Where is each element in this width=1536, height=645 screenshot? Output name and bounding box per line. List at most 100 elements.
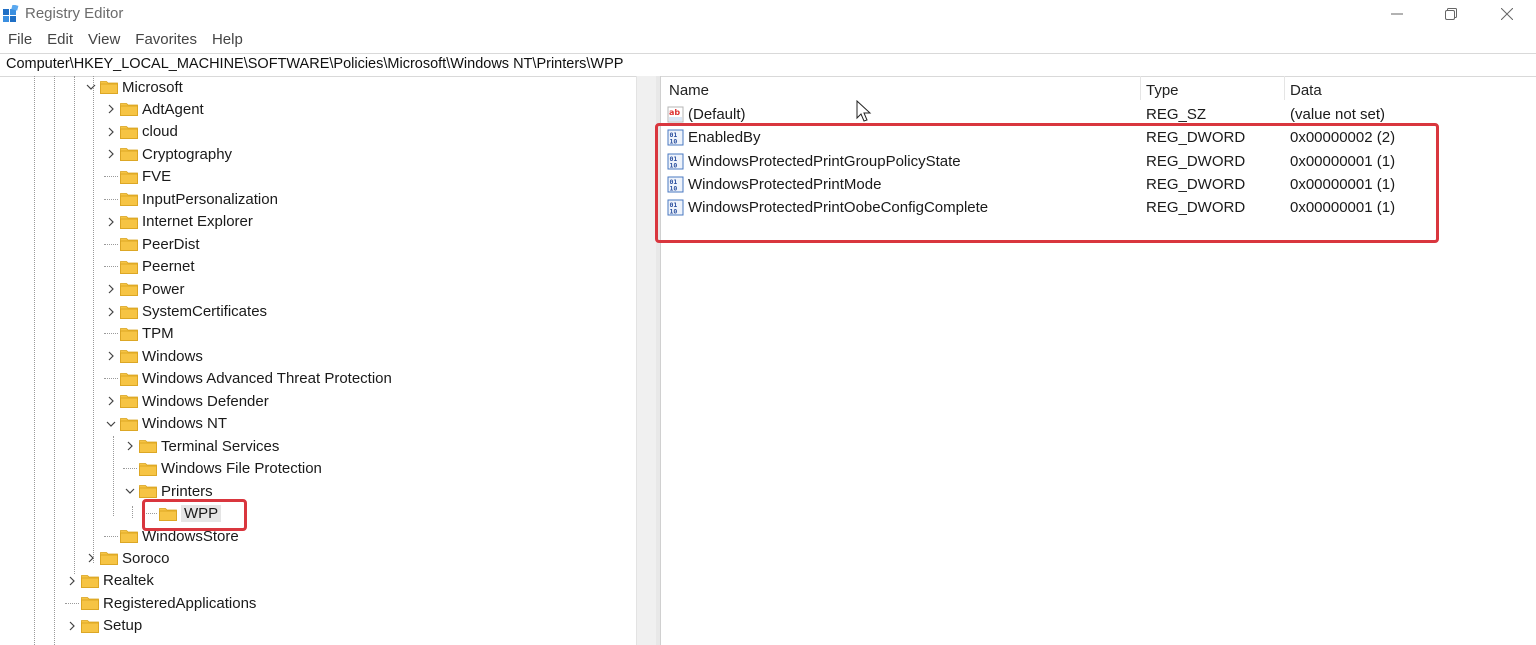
tree-item-systemcertificates[interactable]: SystemCertificates (104, 301, 267, 323)
tree-scrollbar[interactable] (636, 76, 657, 645)
value-type: REG_SZ (1146, 106, 1207, 123)
tree-item-windows[interactable]: Windows (104, 345, 203, 367)
folder-icon (139, 439, 157, 454)
chevron-down-icon[interactable] (84, 80, 98, 94)
values-highlight-box (655, 123, 1439, 243)
address-path[interactable]: Computer\HKEY_LOCAL_MACHINE\SOFTWARE\Pol… (6, 56, 623, 72)
tree-item-peerdist[interactable]: PeerDist (104, 233, 200, 255)
chevron-right-icon[interactable] (123, 439, 137, 453)
tree-connector (123, 468, 137, 470)
chevron-right-icon[interactable] (104, 305, 118, 319)
column-separator[interactable] (1284, 76, 1285, 100)
tree-item-peernet[interactable]: Peernet (104, 256, 195, 278)
column-header-name[interactable]: Name (669, 82, 709, 99)
key-tree[interactable]: Microsoft AdtAgent cloud Cryptography FVE Inp… (0, 76, 636, 645)
chevron-right-icon[interactable] (104, 102, 118, 116)
tree-item-label: Cryptography (142, 145, 233, 163)
tree-connector (104, 243, 118, 245)
tree-item-label: Internet Explorer (142, 213, 253, 231)
chevron-right-icon[interactable] (104, 282, 118, 296)
chevron-right-icon[interactable] (65, 619, 79, 633)
tree-item-label: Peernet (142, 258, 195, 276)
tree-item-windows-file-protection[interactable]: Windows File Protection (123, 458, 322, 480)
tree-guide-line (132, 506, 133, 518)
tree-guide-line (74, 76, 75, 574)
tree-item-cryptography[interactable]: Cryptography (104, 143, 232, 165)
menu-bar: File Edit View Favorites Help (0, 30, 250, 50)
tree-item-label: SystemCertificates (142, 303, 268, 320)
folder-icon (120, 529, 138, 543)
folder-icon (120, 170, 138, 184)
close-button[interactable] (1482, 0, 1532, 28)
folder-icon (81, 574, 99, 588)
tree-item-label: Terminal Services (161, 437, 280, 455)
folder-icon (120, 215, 138, 229)
tree-item-internet-explorer[interactable]: Internet Explorer (104, 211, 253, 233)
folder-icon (120, 192, 138, 207)
menu-file[interactable]: File (0, 30, 39, 50)
folder-icon (120, 237, 138, 252)
folder-icon (120, 417, 138, 431)
folder-icon (120, 102, 138, 117)
folder-icon (100, 551, 118, 566)
folder-icon (120, 282, 138, 296)
tree-item-label: Soroco (122, 549, 170, 567)
menu-help[interactable]: Help (204, 30, 250, 50)
menu-favorites[interactable]: Favorites (127, 30, 204, 50)
tree-item-setup[interactable]: Setup (65, 615, 142, 637)
menu-view[interactable]: View (80, 30, 127, 50)
chevron-right-icon[interactable] (104, 125, 118, 139)
folder-icon (120, 372, 138, 386)
minimize-button[interactable] (1372, 0, 1422, 28)
menu-edit[interactable]: Edit (39, 30, 80, 50)
tree-item-label: Setup (103, 617, 143, 635)
tree-item-soroco[interactable]: Soroco (84, 547, 170, 569)
tree-item-realtek[interactable]: Realtek (65, 570, 154, 592)
tree-item-cloud[interactable]: cloud (104, 121, 178, 143)
tree-connector (104, 266, 118, 268)
chevron-right-icon[interactable] (65, 574, 79, 588)
tree-item-label: RegisteredApplications (103, 594, 257, 612)
tree-item-windows-defender[interactable]: Windows Defender (104, 390, 269, 412)
tree-item-label: Windows NT (142, 415, 228, 433)
value-data: (value not set) (1290, 106, 1386, 123)
chevron-right-icon[interactable] (104, 215, 118, 229)
column-header-data[interactable]: Data (1290, 82, 1322, 99)
folder-icon (120, 305, 138, 319)
folder-icon (81, 596, 99, 611)
tree-item-fve[interactable]: FVE (104, 166, 171, 188)
mouse-cursor-icon (856, 100, 872, 122)
folder-icon (100, 80, 118, 94)
tree-item-microsoft[interactable]: Microsoft (84, 76, 183, 98)
tree-item-tpm[interactable]: TPM (104, 323, 174, 345)
tree-item-label: Microsoft (122, 78, 183, 96)
chevron-right-icon[interactable] (104, 147, 118, 161)
tree-item-adtagent[interactable]: AdtAgent (104, 98, 204, 120)
folder-icon (120, 147, 138, 162)
tree-item-windows-advanced-threat-protection[interactable]: Windows Advanced Threat Protection (104, 368, 392, 390)
address-bar[interactable]: Computer\HKEY_LOCAL_MACHINE\SOFTWARE\Pol… (0, 53, 1536, 77)
tree-item-power[interactable]: Power (104, 278, 185, 300)
minimize-icon (1391, 13, 1403, 15)
chevron-down-icon[interactable] (123, 484, 137, 498)
tree-item-windows-nt[interactable]: Windows NT (104, 413, 227, 435)
string-value-icon: ab (667, 106, 684, 123)
tree-item-label: FVE (142, 168, 172, 186)
chevron-right-icon[interactable] (104, 394, 118, 408)
restore-button[interactable] (1426, 0, 1476, 28)
chevron-right-icon[interactable] (84, 551, 98, 565)
close-icon (1501, 8, 1513, 20)
column-header-type[interactable]: Type (1146, 82, 1179, 99)
tree-item-inputpersonalization[interactable]: InputPersonalization (104, 188, 278, 210)
tree-item-label: Printers (161, 482, 213, 500)
column-separator[interactable] (1140, 76, 1141, 100)
tree-item-terminal-services[interactable]: Terminal Services (123, 435, 279, 457)
chevron-right-icon[interactable] (104, 349, 118, 363)
tree-connector (104, 333, 118, 335)
tree-item-label: Windows File Protection (161, 460, 322, 478)
folder-icon (120, 394, 138, 409)
chevron-down-icon[interactable] (104, 417, 118, 431)
tree-item-label: Windows Defender (142, 392, 269, 410)
tree-item-registeredapplications[interactable]: RegisteredApplications (65, 592, 256, 614)
tree-connector (65, 602, 79, 604)
